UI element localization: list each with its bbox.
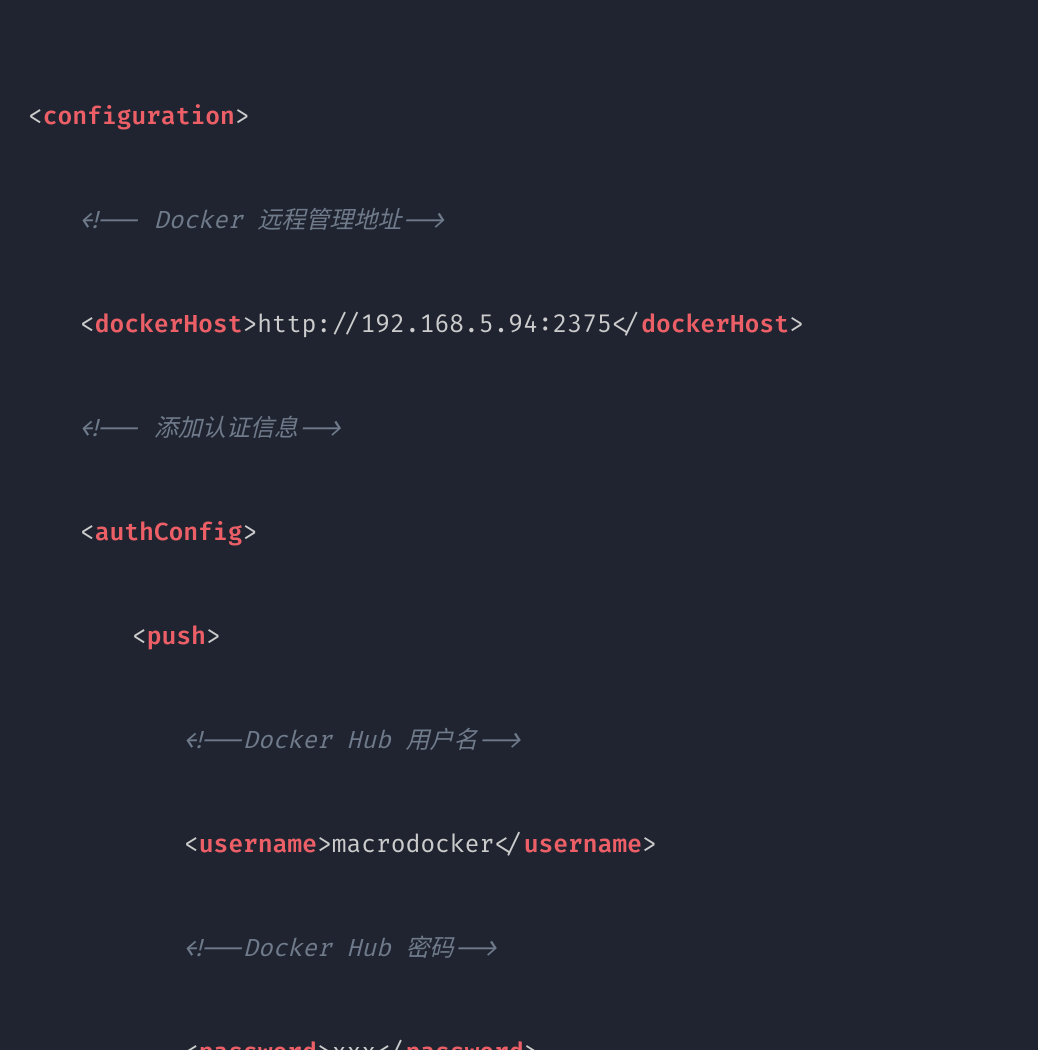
tag-username-open: username <box>199 831 317 860</box>
code-line: <!--Docker Hub 用户名--> <box>28 716 1010 768</box>
tag-dockerhost-close: dockerHost <box>641 311 789 340</box>
code-line: <push> <box>28 612 1010 664</box>
comment-username: <!--Docker Hub 用户名--> <box>184 727 522 756</box>
tag-username-close: username <box>524 831 642 860</box>
tag-push-open: push <box>147 623 206 652</box>
tag-dockerhost-open: dockerHost <box>95 311 243 340</box>
code-line: <dockerHost>http://192.168.5.94:2375</do… <box>28 300 1010 352</box>
xml-code-block: <configuration> <!-- Docker 远程管理地址--> <d… <box>0 0 1038 1050</box>
value-password: xxx <box>332 1039 376 1050</box>
value-username: macrodocker <box>332 831 494 860</box>
value-dockerhost: http://192.168.5.94:2375 <box>257 311 611 340</box>
comment-auth: <!-- 添加认证信息--> <box>80 415 342 444</box>
comment-docker-host: <!-- Docker 远程管理地址--> <box>80 207 446 236</box>
comment-password: <!--Docker Hub 密码--> <box>184 935 498 964</box>
code-line: <password>xxx</password> <box>28 1028 1010 1050</box>
code-line: <configuration> <box>28 92 1010 144</box>
code-line: <!--Docker Hub 密码--> <box>28 924 1010 976</box>
tag-configuration-open: configuration <box>43 103 235 132</box>
tag-password-open: password <box>199 1039 317 1050</box>
tag-authconfig-open: authConfig <box>95 519 243 548</box>
code-line: <!-- 添加认证信息--> <box>28 404 1010 456</box>
code-line: <authConfig> <box>28 508 1010 560</box>
code-line: <!-- Docker 远程管理地址--> <box>28 196 1010 248</box>
code-line: <username>macrodocker</username> <box>28 820 1010 872</box>
tag-password-close: password <box>406 1039 524 1050</box>
